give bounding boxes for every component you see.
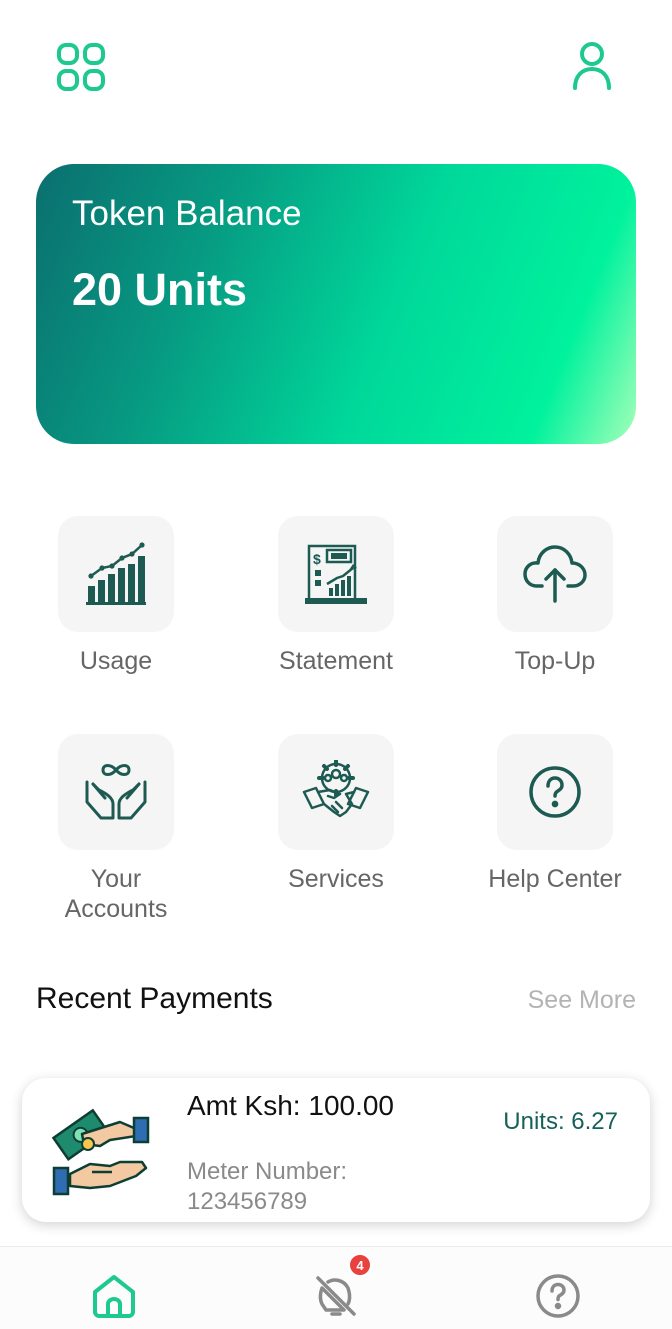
balance-value: 20 Units <box>72 264 248 315</box>
tile-your-accounts-box[interactable] <box>58 734 174 850</box>
svg-text:$: $ <box>313 551 321 567</box>
nav-alerts[interactable]: 4 <box>306 1253 372 1323</box>
tile-help-center[interactable]: Help Center <box>455 734 655 894</box>
question-circle-icon <box>529 766 581 818</box>
tile-help-center-label: Help Center <box>488 865 622 893</box>
question-circle-icon <box>536 1274 580 1318</box>
tile-your-accounts-label: Your Accounts <box>64 865 168 923</box>
hands-infinity-icon <box>85 764 147 820</box>
nav-help[interactable] <box>528 1269 588 1323</box>
tile-usage-box[interactable] <box>58 516 174 632</box>
grid-menu-button[interactable] <box>52 38 110 96</box>
tile-statement[interactable]: $ Statement <box>236 516 436 676</box>
recent-payments-title: Recent Payments <box>36 982 273 1015</box>
payment-meter-number: 123456789 <box>187 1188 308 1215</box>
home-icon <box>93 1275 135 1318</box>
profile-button[interactable] <box>564 38 620 94</box>
notification-badge: 4 <box>348 1253 372 1277</box>
payment-card[interactable]: Amt Ksh: 100.00 Meter Number: 123456789 … <box>22 1078 650 1222</box>
payment-amount: Amt Ksh: 100.00 <box>187 1090 395 1121</box>
statement-icon: $ <box>305 544 367 604</box>
tile-usage[interactable]: Usage <box>16 516 216 676</box>
bell-off-icon <box>316 1276 356 1316</box>
tile-services-box[interactable] <box>278 734 394 850</box>
handshake-icon <box>302 760 370 818</box>
money-exchange-icon <box>51 1108 150 1196</box>
cloud-upload-icon <box>523 545 587 603</box>
payment-units: Units: 6.27 <box>503 1108 618 1135</box>
tile-your-accounts[interactable]: Your Accounts <box>16 734 216 924</box>
bar-chart-icon <box>86 542 146 605</box>
grid-icon <box>57 43 105 91</box>
payment-meter-label: Meter Number: <box>187 1158 348 1185</box>
tile-statement-label: Statement <box>279 647 393 675</box>
tile-services-label: Services <box>288 865 384 893</box>
tile-services[interactable]: Services <box>236 734 436 894</box>
see-more-link[interactable]: See More <box>528 986 636 1015</box>
tile-usage-label: Usage <box>79 647 153 675</box>
user-icon <box>573 42 611 90</box>
balance-label: Token Balance <box>72 194 302 233</box>
tile-top-up-label: Top-Up <box>514 647 596 675</box>
tile-help-center-box[interactable] <box>497 734 613 850</box>
tile-statement-box[interactable]: $ <box>278 516 394 632</box>
token-balance-card: Token Balance 20 Units <box>36 164 636 444</box>
top-bar <box>0 0 672 130</box>
bottom-navigation: 4 <box>0 1246 672 1329</box>
tile-top-up-box[interactable] <box>497 516 613 632</box>
nav-home[interactable] <box>84 1269 144 1323</box>
tile-top-up[interactable]: Top-Up <box>455 516 655 676</box>
